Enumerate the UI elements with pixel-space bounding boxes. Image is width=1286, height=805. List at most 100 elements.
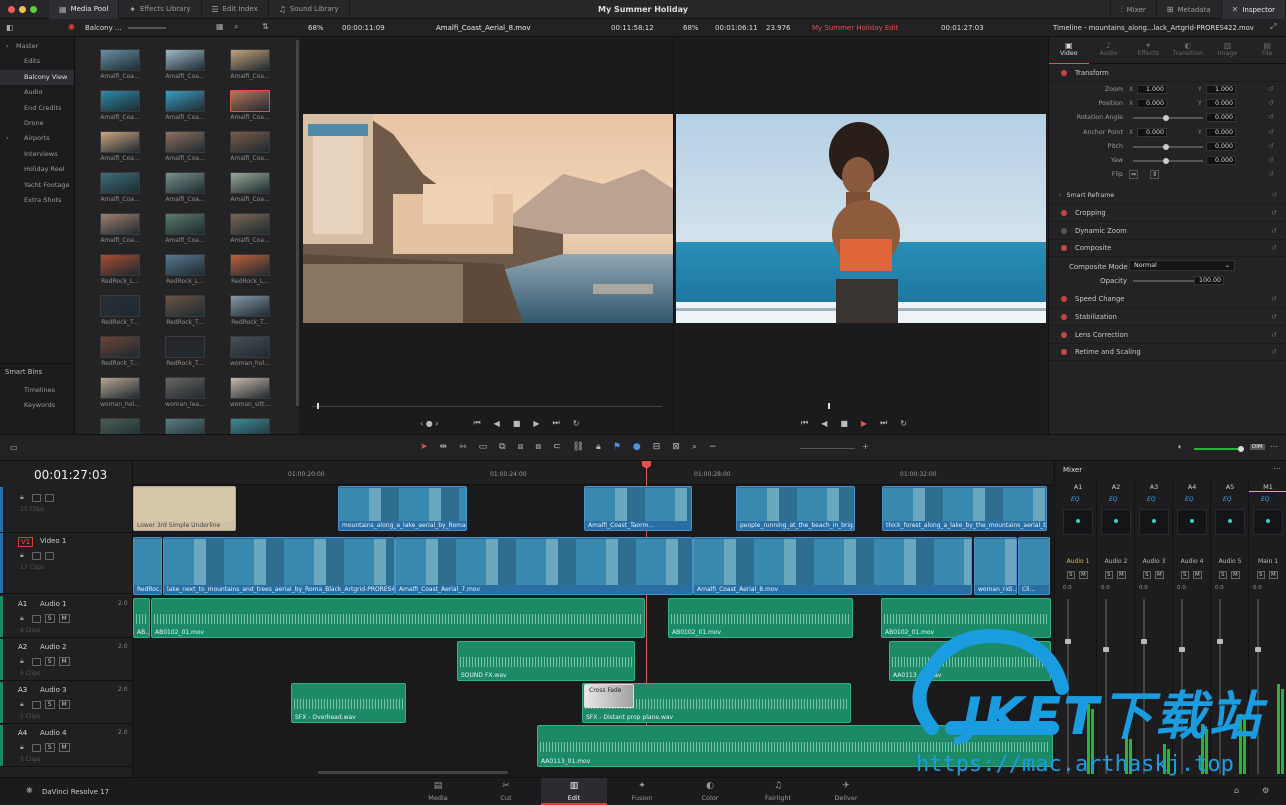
- transform-section[interactable]: Transform: [1049, 65, 1286, 82]
- track-name[interactable]: Audio 4: [40, 729, 67, 737]
- param-x-field[interactable]: 0.000: [1137, 127, 1167, 137]
- composite-mode-select[interactable]: Normal ⌄: [1129, 260, 1235, 271]
- solo-button[interactable]: S: [1067, 571, 1075, 579]
- clip-thumbnail[interactable]: [230, 377, 270, 399]
- smart-bin-keywords[interactable]: Keywords: [0, 398, 75, 413]
- clip-thumbnail[interactable]: [230, 336, 270, 358]
- audio-clip[interactable]: AA0113_01.mov: [537, 725, 1053, 767]
- reset-icon[interactable]: ↺: [1268, 170, 1274, 178]
- maximize-window-button[interactable]: [30, 5, 37, 13]
- dim-button[interactable]: DIM: [1250, 444, 1265, 450]
- inspector-section[interactable]: Composite ↺: [1049, 240, 1286, 257]
- pan-dot-icon[interactable]: [1152, 519, 1156, 523]
- zoom-custom-icon[interactable]: ⌕: [692, 442, 697, 452]
- bin-item[interactable]: End Credits: [0, 101, 74, 116]
- audio-clip[interactable]: AB0102_01.mov: [668, 598, 853, 638]
- layout-icon[interactable]: ▭: [10, 443, 18, 452]
- timeline-zoom-slider[interactable]: [800, 448, 855, 449]
- clip-thumbnail[interactable]: [165, 377, 205, 399]
- param-slider-knob[interactable]: [1163, 115, 1169, 122]
- reset-icon[interactable]: ↺: [1272, 192, 1277, 199]
- video-clip[interactable]: Cli...: [1018, 537, 1050, 595]
- clip-thumbnail[interactable]: [230, 49, 270, 71]
- settings-icon[interactable]: ⚙: [1262, 786, 1269, 795]
- minimize-window-button[interactable]: [19, 5, 26, 13]
- enable-dot-icon[interactable]: [1061, 228, 1067, 234]
- reset-icon[interactable]: ↺: [1271, 244, 1277, 252]
- clip-thumbnail[interactable]: [100, 172, 140, 194]
- more-icon[interactable]: ⋯: [1270, 442, 1278, 451]
- flip-vertical-icon[interactable]: ⇕: [1150, 170, 1160, 180]
- mute-button[interactable]: M: [1269, 571, 1278, 579]
- bin-item[interactable]: › Master: [0, 39, 74, 54]
- reset-icon[interactable]: ↺: [1271, 313, 1277, 321]
- clip-thumbnail[interactable]: [100, 90, 140, 112]
- opacity-slider[interactable]: [1133, 280, 1203, 282]
- source-viewer-frame[interactable]: [303, 114, 673, 323]
- clip-thumbnail[interactable]: [100, 377, 140, 399]
- selection-tool-icon[interactable]: ➤: [420, 442, 428, 452]
- clip-thumbnail[interactable]: [165, 172, 205, 194]
- param-field[interactable]: 0.000: [1206, 156, 1236, 165]
- clip-thumbnail[interactable]: [230, 213, 270, 235]
- lock-icon[interactable]: 🔒︎: [596, 442, 601, 452]
- bin-item[interactable]: Audio: [0, 85, 74, 100]
- blade-tool-icon[interactable]: ▭: [479, 442, 488, 452]
- zoom-detail-icon[interactable]: ⊠: [672, 442, 680, 452]
- video-clip[interactable]: Amalfi_Coast_Aerial_7.mov: [395, 537, 693, 595]
- clip-thumbnail[interactable]: [165, 90, 205, 112]
- clip-thumbnail[interactable]: [230, 295, 270, 317]
- mute-button[interactable]: M: [1117, 571, 1126, 579]
- dynamic-trim-icon[interactable]: ⇿: [459, 442, 467, 452]
- enable-dot-icon[interactable]: [1061, 349, 1067, 355]
- smart-bin-timelines[interactable]: Timelines: [0, 383, 75, 398]
- eq-button[interactable]: EQ: [1261, 496, 1270, 503]
- reset-icon[interactable]: ↺: [1268, 113, 1274, 121]
- solo-button[interactable]: S: [1219, 571, 1227, 579]
- toggle-track-icon[interactable]: [31, 700, 41, 709]
- fader-knob[interactable]: [1217, 639, 1223, 644]
- eq-button[interactable]: EQ: [1147, 496, 1156, 503]
- reset-icon[interactable]: ↺: [1271, 209, 1277, 217]
- track-id[interactable]: A1: [18, 600, 27, 608]
- param-slider-knob[interactable]: [1163, 158, 1169, 164]
- track-name[interactable]: Audio 3: [40, 686, 67, 694]
- skip-end-icon[interactable]: ⏭: [553, 418, 560, 428]
- inspector-section[interactable]: Retime and Scaling ↺: [1049, 344, 1286, 361]
- page-deliver[interactable]: ✈ Deliver: [813, 778, 879, 805]
- video-clip[interactable]: Amalfi_Coast_Taorm...: [584, 486, 692, 531]
- track-id[interactable]: V1: [18, 537, 34, 547]
- tl-play-icon[interactable]: ▶: [861, 419, 867, 428]
- reset-icon[interactable]: ↺: [1268, 142, 1274, 150]
- toggle-track-icon[interactable]: [31, 743, 41, 752]
- display-track-icon[interactable]: [44, 493, 54, 502]
- reset-icon[interactable]: ↺: [1271, 331, 1277, 339]
- play-icon[interactable]: ▶: [533, 419, 539, 428]
- eq-button[interactable]: EQ: [1185, 496, 1194, 503]
- inspector-section[interactable]: Cropping ↺: [1049, 205, 1286, 222]
- lock-track-icon[interactable]: 🔒︎: [20, 614, 24, 623]
- bin-item[interactable]: Yacht Footage: [0, 178, 74, 193]
- trim-tool-icon[interactable]: ⇹: [440, 442, 448, 452]
- pan-dot-icon[interactable]: [1114, 519, 1118, 523]
- param-x-field[interactable]: 1.000: [1137, 85, 1167, 94]
- param-field[interactable]: 0.000: [1206, 113, 1236, 123]
- tab-inspector[interactable]: ✕ Inspector: [1221, 0, 1286, 19]
- timeline-zoom[interactable]: 68%: [683, 24, 699, 32]
- clip-thumbnail[interactable]: [100, 131, 140, 153]
- inspector-section[interactable]: Lens Correction ↺: [1049, 327, 1286, 344]
- track-id[interactable]: A4: [18, 729, 27, 737]
- marker-icon[interactable]: ●: [633, 442, 641, 452]
- fader-knob[interactable]: [1141, 639, 1147, 644]
- source-clip-name[interactable]: Amalfi_Coast_Aerial_8.mov: [436, 24, 531, 32]
- bin-item[interactable]: Drone: [0, 116, 74, 131]
- search-icon[interactable]: ⌕: [234, 22, 238, 32]
- audio-clip[interactable]: AB0102_01.mov: [151, 598, 645, 638]
- video-clip[interactable]: Lower 3rd Simple Underline: [133, 486, 236, 531]
- bin-item[interactable]: Interviews: [0, 147, 74, 162]
- timeline-viewer-frame[interactable]: [676, 114, 1046, 323]
- inspector-tab[interactable]: ▨ Image: [1208, 38, 1248, 64]
- media-pool-scrollbar[interactable]: [296, 40, 299, 406]
- audio-clip[interactable]: SOUND FX.wav: [457, 641, 635, 681]
- lock-track-icon[interactable]: 🔒︎: [20, 700, 24, 709]
